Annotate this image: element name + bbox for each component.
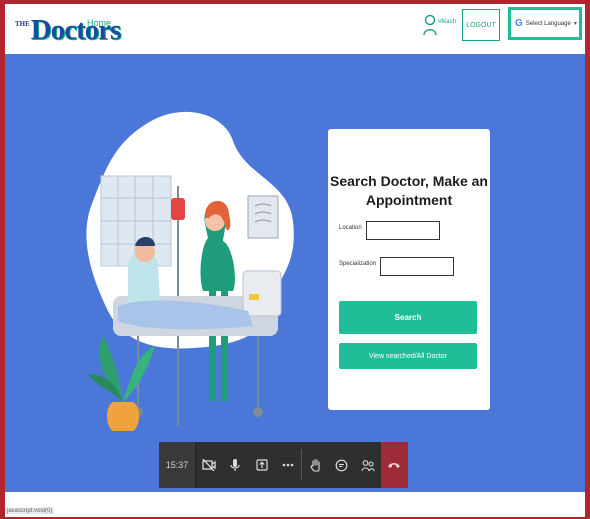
site-logo[interactable]: THE Doctors (15, 10, 121, 46)
logo-prefix: THE (15, 20, 30, 28)
meeting-timer: 15:37 (159, 442, 196, 488)
search-card-title: Search Doctor, Make an Appointment (330, 173, 488, 208)
browser-viewport: THE Doctors Home Vikash LOGOUT G Select … (5, 4, 585, 517)
raise-hand-icon[interactable] (302, 442, 328, 488)
nav-home-link[interactable]: Home (87, 18, 111, 28)
more-icon[interactable] (275, 442, 301, 488)
end-call-icon[interactable] (380, 442, 409, 488)
location-input[interactable] (366, 221, 440, 240)
hero-section: Search Doctor, Make an Appointment Locat… (5, 54, 585, 492)
google-icon: G (515, 18, 523, 29)
search-card: Search Doctor, Make an Appointment Locat… (328, 129, 490, 410)
user-name[interactable]: Vikash (438, 19, 456, 25)
status-link-text: javascript:void(0) (5, 508, 55, 514)
browser-status-bar: javascript:void(0) (5, 492, 585, 517)
specialization-input[interactable] (380, 257, 454, 276)
specialization-label: Specialization (339, 261, 377, 267)
chevron-down-icon: ▾ (573, 21, 577, 27)
chat-icon[interactable] (328, 442, 354, 488)
video-off-icon[interactable] (196, 442, 222, 488)
site-header: THE Doctors Home Vikash LOGOUT G Select … (5, 4, 585, 54)
language-label: Select Language (525, 20, 571, 27)
doctor-patient-illustration (86, 111, 294, 431)
search-button[interactable]: Search (339, 301, 477, 334)
view-all-doctors-button[interactable]: View searched/All Doctor (339, 343, 477, 369)
meeting-toolbar: 15:37 (159, 442, 409, 488)
share-screen-icon[interactable] (249, 442, 275, 488)
logout-button[interactable]: LOGOUT (462, 9, 500, 41)
participants-icon[interactable] (355, 442, 381, 488)
language-selector[interactable]: G Select Language ▾ (508, 7, 582, 40)
microphone-icon[interactable] (222, 442, 248, 488)
user-icon (423, 14, 437, 36)
location-label: Location (339, 225, 362, 231)
